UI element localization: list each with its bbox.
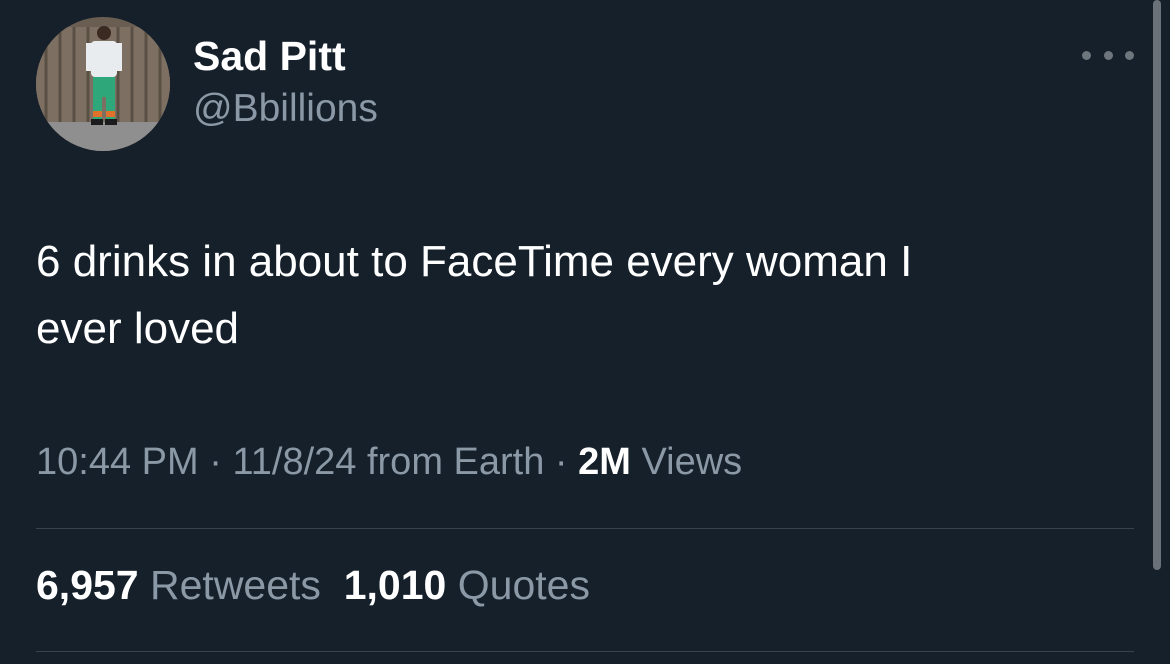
retweets-count: 6,957: [36, 562, 139, 608]
quotes-stat[interactable]: 1,010 Quotes: [344, 562, 590, 608]
tweet-detail: Sad Pitt @Bbillions 6 drinks in about to…: [0, 0, 1170, 664]
more-horizontal-icon: [1082, 50, 1091, 60]
quotes-count: 1,010: [343, 562, 447, 608]
more-horizontal-icon-dot: [1125, 50, 1134, 60]
retweets-label: Retweets: [150, 562, 321, 608]
more-options-button[interactable]: [1082, 40, 1134, 70]
tweet-date[interactable]: 11/8/24: [232, 441, 356, 483]
avatar[interactable]: [36, 17, 170, 151]
tweet-source: from Earth: [366, 441, 545, 483]
views-label: Views: [641, 441, 743, 483]
more-horizontal-icon-dot: [1103, 50, 1113, 60]
views-count: 2M: [578, 441, 631, 483]
meta-separator: ·: [198, 441, 233, 483]
tweet-metadata: 10:44 PM · 11/8/24 from Earth · 2M Views: [36, 441, 742, 484]
divider: [36, 651, 1134, 652]
divider: [36, 528, 1134, 529]
tweet-text: 6 drinks in about to FaceTime every woma…: [36, 228, 1116, 362]
tweet-time[interactable]: 10:44 PM: [36, 441, 199, 483]
meta-separator: ·: [544, 441, 579, 483]
tweet-text-line: 6 drinks in about to FaceTime every woma…: [36, 237, 913, 286]
engagement-stats: 6,957 Retweets 1,010 Quotes: [36, 562, 590, 609]
display-name[interactable]: Sad Pitt: [193, 33, 346, 80]
tweet-text-line: ever loved: [36, 304, 240, 353]
quotes-label: Quotes: [457, 562, 590, 608]
avatar-photo: [36, 17, 170, 151]
retweets-stat[interactable]: 6,957 Retweets: [36, 562, 321, 608]
user-handle[interactable]: @Bbillions: [193, 87, 378, 131]
scrollbar[interactable]: [1153, 0, 1161, 570]
